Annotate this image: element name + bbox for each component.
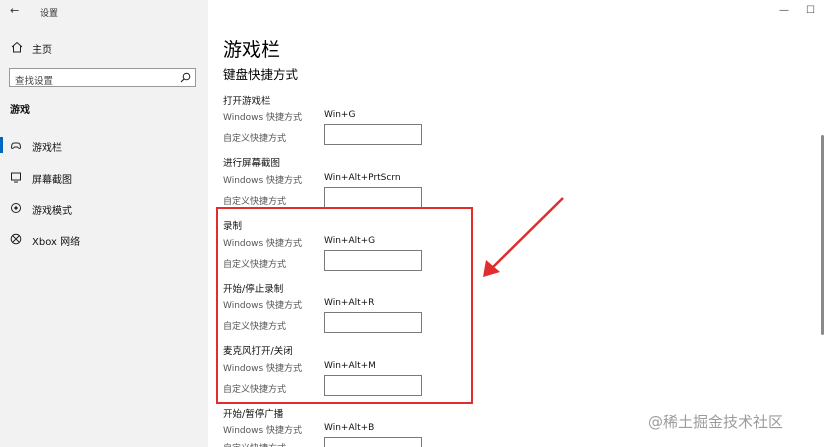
windows-shortcut-value: Win+Alt+B [324,423,375,433]
sidebar-item-label: 屏幕截图 [32,175,72,186]
active-indicator [0,137,3,153]
windows-shortcut-value: Win+Alt+M [324,361,376,371]
shortcut-group-title: 进行屏幕截图 [223,158,281,169]
search-box[interactable] [9,68,196,90]
screenshot-icon [11,172,21,183]
windows-shortcut-value: Win+Alt+G [324,236,376,246]
sidebar-item-label: 游戏栏 [32,143,62,154]
shortcut-group-title: 麦克风打开/关闭 [223,346,293,357]
shortcut-group-title: 开始/停止录制 [223,284,284,295]
custom-shortcut-label: 自定义快捷方式 [223,385,287,395]
xbox-icon [10,233,22,245]
search-input[interactable] [10,73,170,90]
vertical-scrollbar[interactable] [821,135,824,335]
custom-shortcut-label: 自定义快捷方式 [223,260,287,270]
game-bar-icon [10,142,22,149]
custom-shortcut-input[interactable] [324,375,422,396]
sidebar-item-game-mode[interactable]: 游戏模式 [0,195,208,221]
custom-shortcut-label: 自定义快捷方式 [223,441,286,447]
windows-shortcut-value: Win+Alt+R [324,298,375,308]
windows-shortcut-value: Win+G [324,110,356,120]
search-icon[interactable] [180,72,191,83]
windows-shortcut-label: Windows 快捷方式 [223,239,303,249]
sidebar-item-game-bar[interactable]: 游戏栏 [0,132,208,158]
home-icon [11,41,23,53]
section-subtitle: 键盘快捷方式 [223,67,299,82]
sidebar-item-xbox-network[interactable]: Xbox 网络 [0,226,208,252]
windows-shortcut-label: Windows 快捷方式 [223,364,303,374]
sidebar-item-screenshots[interactable]: 屏幕截图 [0,164,208,190]
window-title: 设置 [40,9,59,19]
windows-shortcut-value: Win+Alt+PrtScrn [324,173,401,183]
custom-shortcut-input[interactable] [324,124,422,145]
section-heading: 游戏 [10,105,30,116]
sidebar: ← 设置 主页 游戏 游戏栏 屏幕截图 游戏模式 [0,0,208,447]
watermark: @稀土掘金技术社区 [648,413,784,431]
windows-shortcut-label: Windows 快捷方式 [223,113,303,123]
windows-shortcut-label: Windows 快捷方式 [223,301,303,311]
shortcut-group-title: 录制 [223,221,243,232]
sidebar-item-home[interactable]: 主页 [0,36,208,60]
shortcut-group-title: 开始/暂停广播 [223,409,284,420]
custom-shortcut-input[interactable] [324,437,422,447]
custom-shortcut-input[interactable] [324,187,422,208]
sidebar-item-label: 主页 [32,45,52,56]
windows-shortcut-label: Windows 快捷方式 [223,426,303,436]
sidebar-item-label: Xbox 网络 [32,237,81,248]
game-mode-icon [11,203,21,213]
back-arrow-icon[interactable]: ← [10,4,19,17]
maximize-button[interactable]: ☐ [806,5,815,16]
custom-shortcut-label: 自定义快捷方式 [223,134,287,144]
windows-shortcut-label: Windows 快捷方式 [223,176,303,186]
custom-shortcut-label: 自定义快捷方式 [223,322,287,332]
minimize-button[interactable]: — [779,5,789,16]
shortcut-group-title: 打开游戏栏 [223,96,271,107]
title-bar: ← 设置 [0,0,208,24]
custom-shortcut-input[interactable] [324,250,422,271]
page-title: 游戏栏 [223,39,281,61]
custom-shortcut-input[interactable] [324,312,422,333]
sidebar-item-label: 游戏模式 [32,206,72,217]
main-panel: — ☐ 游戏栏 键盘快捷方式 打开游戏栏 Windows 快捷方式 Win+G … [208,0,831,447]
custom-shortcut-label: 自定义快捷方式 [223,197,287,207]
